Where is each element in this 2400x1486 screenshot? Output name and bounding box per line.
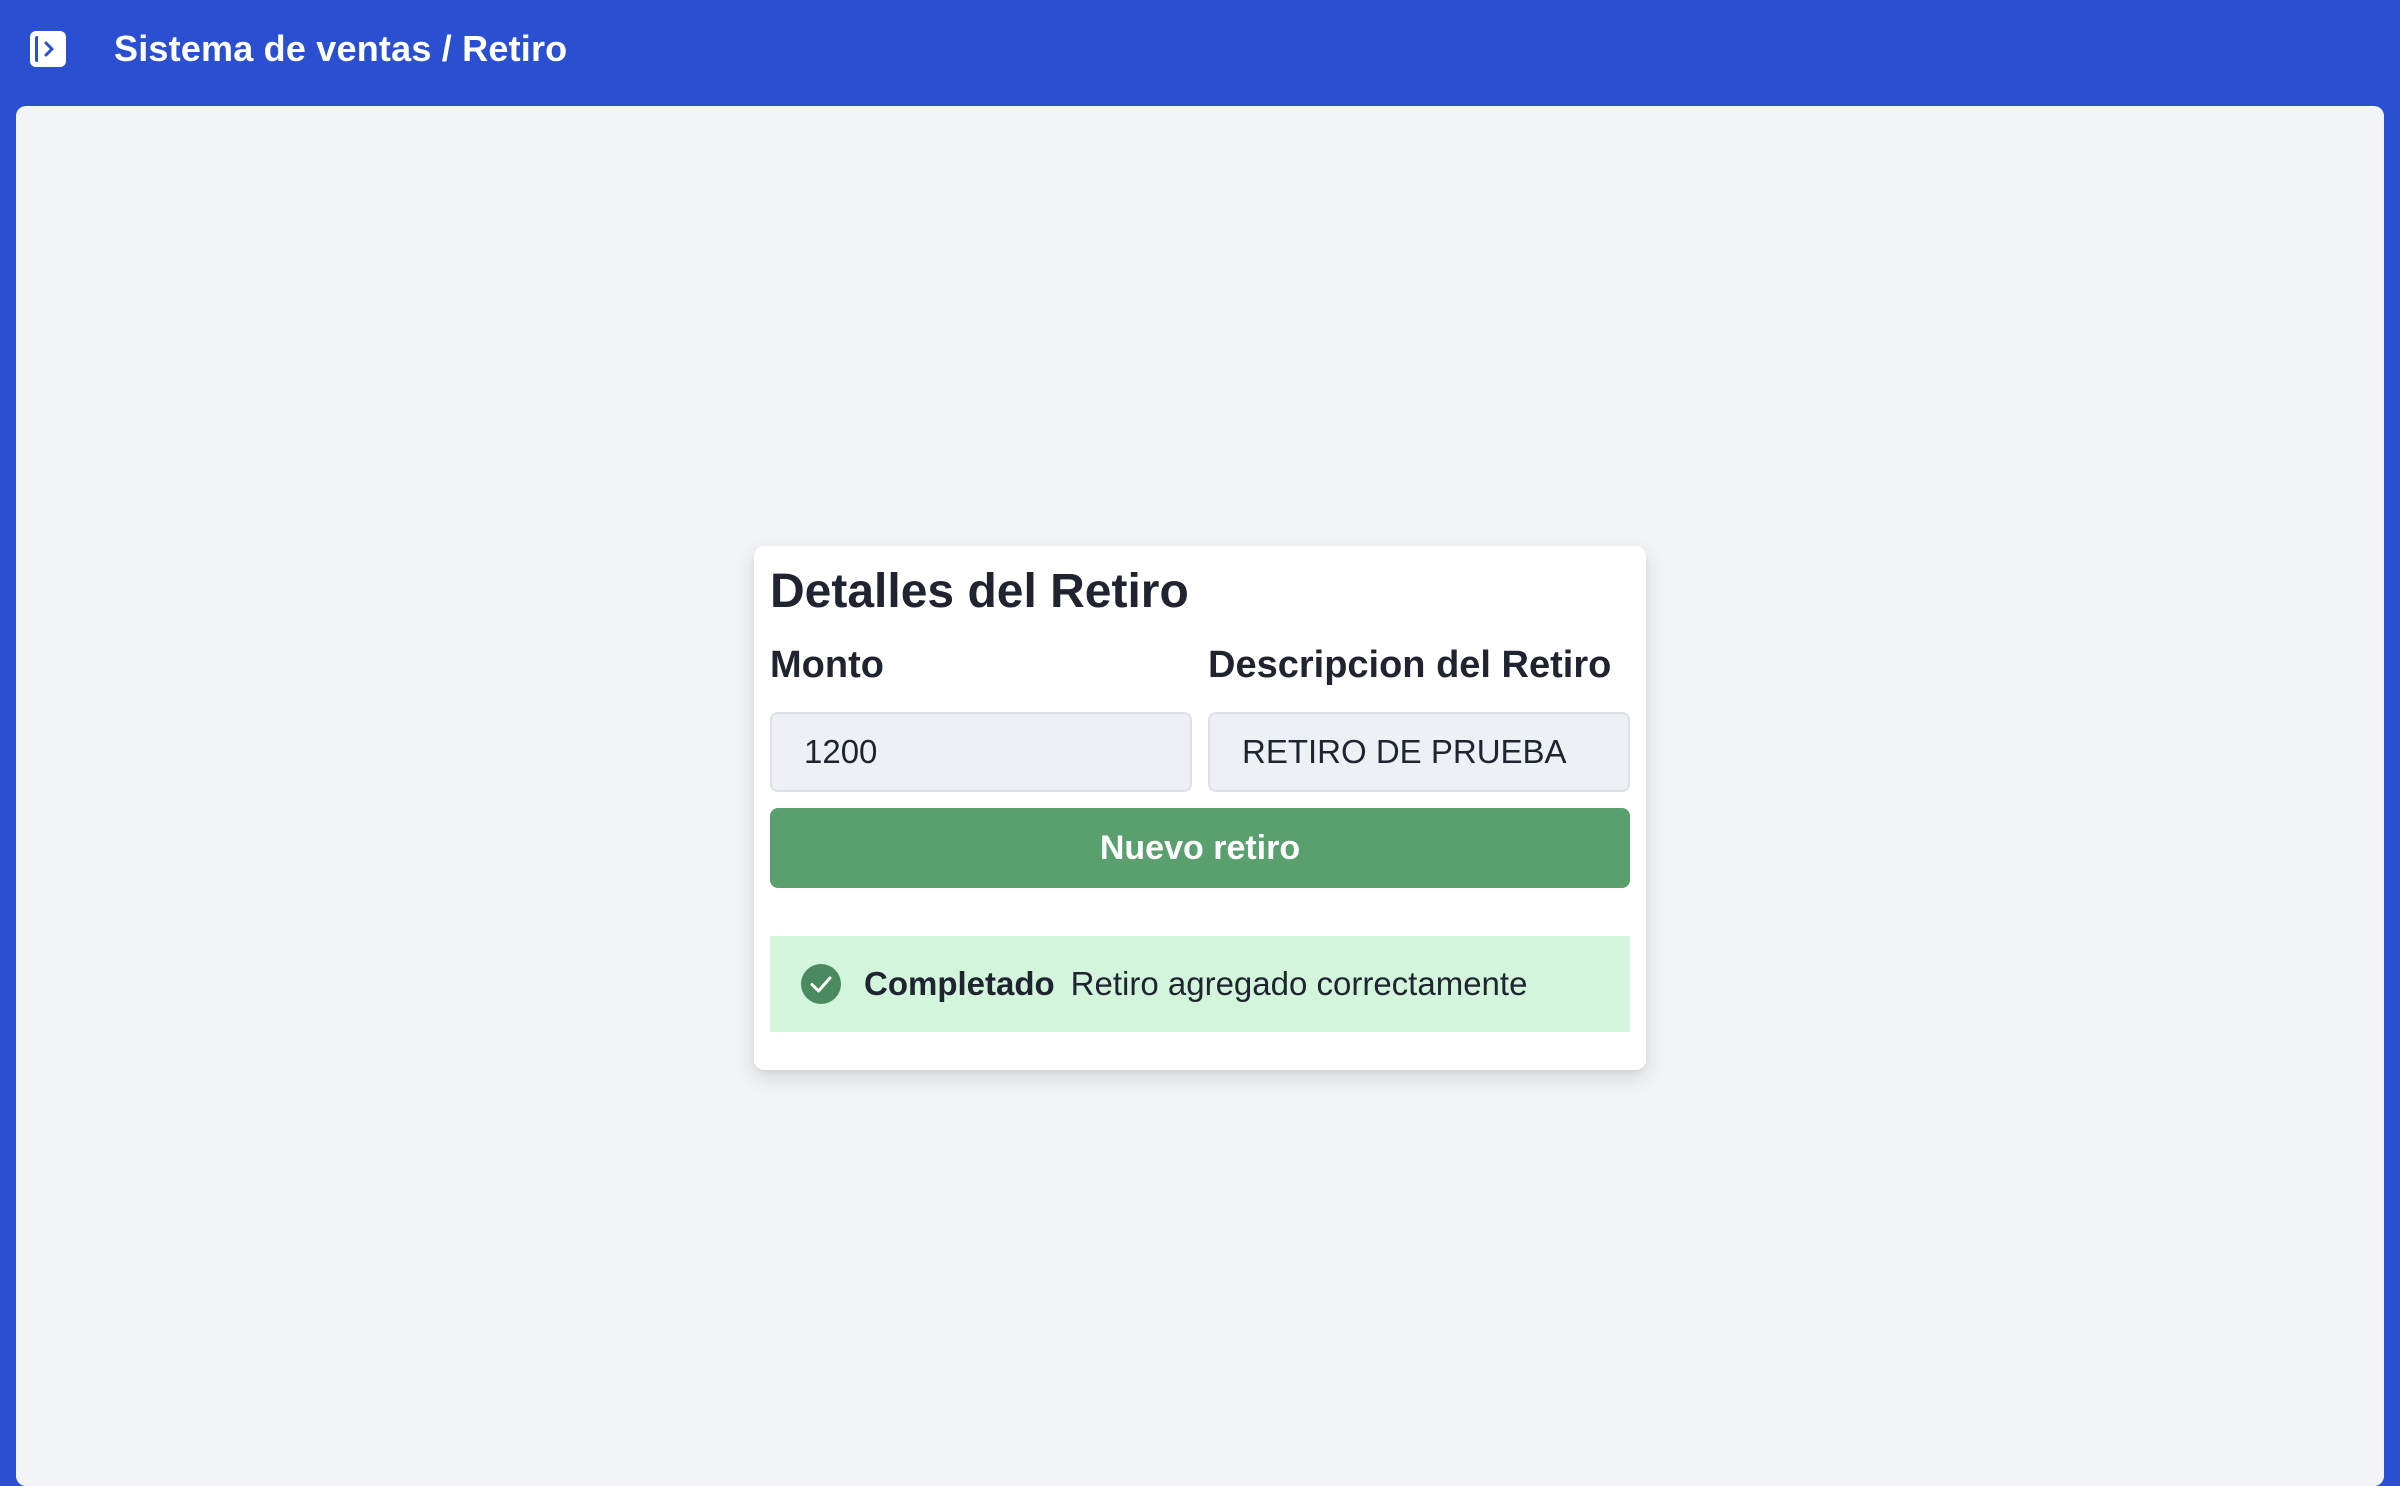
alert-message: Retiro agregado correctamente xyxy=(1070,965,1528,1002)
top-bar: Sistema de ventas / Retiro xyxy=(0,0,2400,106)
sidebar-toggle-icon[interactable] xyxy=(29,30,67,68)
amount-input[interactable] xyxy=(770,712,1192,792)
main-content: Detalles del Retiro Monto Descripcion de… xyxy=(16,106,2384,1486)
amount-label: Monto xyxy=(770,644,884,686)
description-label: Descripcion del Retiro xyxy=(1208,644,1612,686)
check-circle-icon xyxy=(800,963,842,1005)
page-title: Sistema de ventas / Retiro xyxy=(114,28,568,69)
success-alert: Completado Retiro agregado correctamente xyxy=(770,936,1630,1032)
withdrawal-card: Detalles del Retiro Monto Descripcion de… xyxy=(754,546,1646,1070)
alert-title: Completado xyxy=(864,965,1055,1002)
description-input[interactable] xyxy=(1208,712,1630,792)
card-title: Detalles del Retiro xyxy=(770,565,1189,618)
new-withdrawal-button[interactable]: Nuevo retiro xyxy=(770,808,1630,888)
